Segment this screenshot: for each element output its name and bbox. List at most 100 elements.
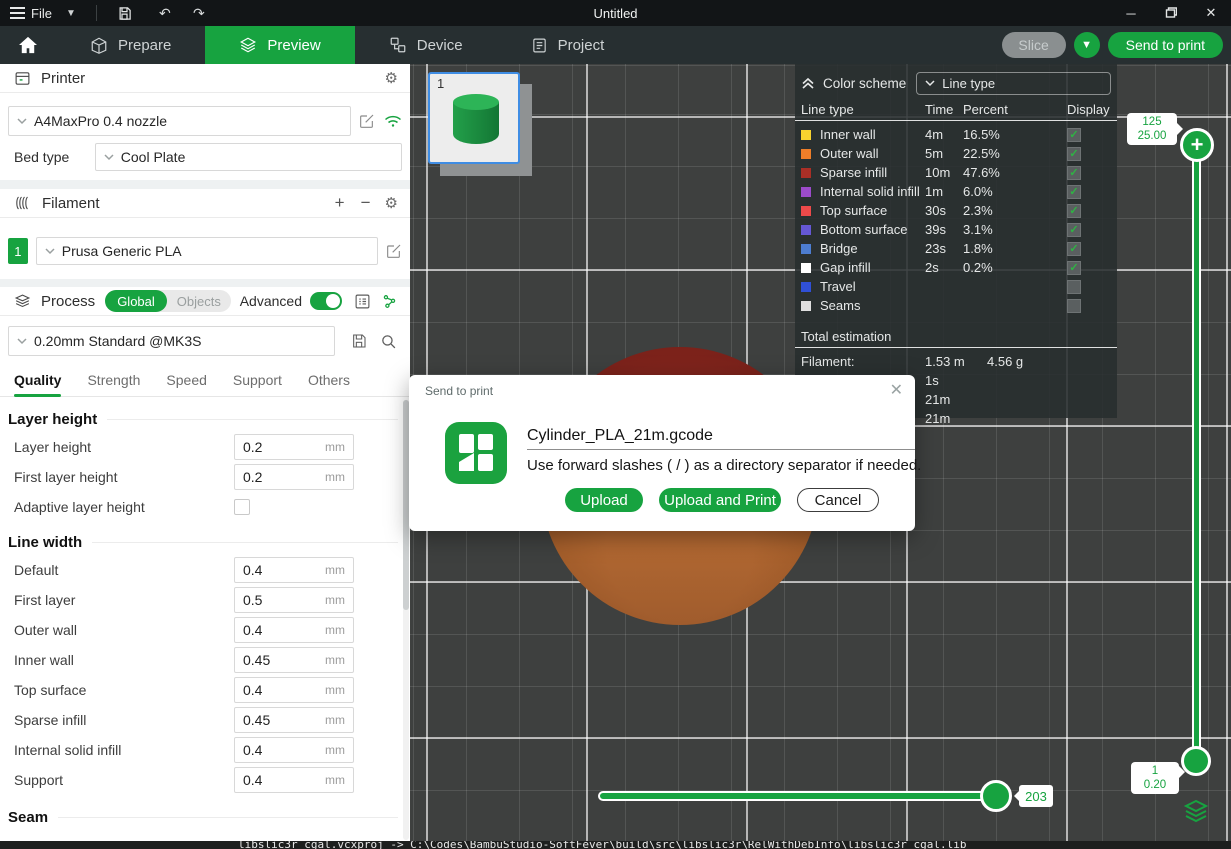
setting-row: First layer height mm bbox=[0, 464, 410, 490]
remove-filament-button[interactable]: − bbox=[353, 193, 379, 213]
tab-prepare-label: Prepare bbox=[118, 37, 171, 54]
add-filament-button[interactable]: + bbox=[327, 193, 353, 213]
title-bar: File ▼ ↶ ↷ Untitled ─ ✕ bbox=[0, 0, 1231, 26]
tab-quality[interactable]: Quality bbox=[14, 364, 61, 397]
process-preset-select[interactable]: 0.20mm Standard @MK3S bbox=[8, 326, 335, 356]
legend-row: Bottom surface 39s 3.1% ✓ bbox=[801, 220, 1111, 239]
save-preset-icon[interactable] bbox=[351, 333, 367, 349]
line-width-top-surface-input[interactable] bbox=[235, 682, 315, 698]
close-button[interactable]: ✕ bbox=[1191, 0, 1231, 26]
display-checkbox[interactable]: ✓ bbox=[1067, 128, 1081, 142]
scope-objects-button[interactable]: Objects bbox=[167, 294, 231, 309]
view-mode-dropdown[interactable]: Line type bbox=[916, 72, 1111, 95]
filename-input[interactable] bbox=[527, 422, 915, 450]
first-layer-height-input[interactable] bbox=[235, 469, 315, 485]
minimize-button[interactable]: ─ bbox=[1111, 0, 1151, 26]
display-checkbox[interactable]: ✓ bbox=[1067, 166, 1081, 180]
line-type-label: Outer wall bbox=[820, 146, 925, 161]
move-slider-track[interactable] bbox=[598, 791, 1000, 801]
printer-settings-gear-icon[interactable]: ⚙ bbox=[385, 69, 398, 87]
display-checkbox[interactable] bbox=[1067, 280, 1081, 294]
layer-slider-track[interactable] bbox=[1192, 145, 1201, 761]
tab-project[interactable]: Project bbox=[497, 26, 639, 64]
scope-global-button[interactable]: Global bbox=[105, 290, 167, 312]
line-width-inner-wall-input[interactable] bbox=[235, 652, 315, 668]
line-type-label: Top surface bbox=[820, 203, 925, 218]
layer-height-input[interactable] bbox=[235, 439, 315, 455]
estimation-value: 21m bbox=[925, 392, 987, 407]
advanced-toggle[interactable] bbox=[310, 292, 342, 310]
setting-label: Support bbox=[14, 772, 234, 788]
display-checkbox[interactable]: ✓ bbox=[1067, 185, 1081, 199]
col-percent: Percent bbox=[963, 102, 1067, 117]
group-title: Line width bbox=[8, 534, 82, 551]
percent-value: 6.0% bbox=[963, 184, 1067, 199]
time-value: 39s bbox=[925, 222, 963, 237]
tab-device[interactable]: Device bbox=[355, 26, 497, 64]
setting-row: First layer mm bbox=[0, 587, 410, 613]
upload-button[interactable]: Upload bbox=[565, 488, 643, 512]
color-scheme-panel: Color scheme Line type Line type Time Pe… bbox=[795, 64, 1117, 418]
line-width-outer-wall-input[interactable] bbox=[235, 622, 315, 638]
tab-speed[interactable]: Speed bbox=[166, 364, 206, 397]
color-swatch bbox=[801, 301, 811, 311]
cancel-button[interactable]: Cancel bbox=[797, 488, 879, 512]
percent-value: 3.1% bbox=[963, 222, 1067, 237]
setting-row: Default mm bbox=[0, 557, 410, 583]
tab-prepare[interactable]: Prepare bbox=[56, 26, 205, 64]
filament-settings-gear-icon[interactable]: ⚙ bbox=[385, 194, 398, 212]
legend-row: Top surface 30s 2.3% ✓ bbox=[801, 201, 1111, 220]
plate-thumbnail[interactable]: 1 bbox=[428, 72, 520, 164]
tab-preview[interactable]: Preview bbox=[205, 26, 354, 64]
filament-preset-select[interactable]: Prusa Generic PLA bbox=[36, 237, 378, 265]
prepare-icon bbox=[90, 36, 108, 54]
layer-slider-bottom-handle[interactable] bbox=[1181, 746, 1211, 776]
layer-slider-top-handle[interactable]: + bbox=[1180, 128, 1214, 162]
tune-parameters-icon[interactable] bbox=[381, 293, 398, 310]
display-checkbox[interactable]: ✓ bbox=[1067, 261, 1081, 275]
color-swatch bbox=[801, 225, 811, 235]
group-seam: Seam bbox=[8, 809, 398, 826]
display-checkbox[interactable]: ✓ bbox=[1067, 223, 1081, 237]
unit-label: mm bbox=[325, 470, 353, 484]
move-slider-handle[interactable] bbox=[980, 780, 1012, 812]
line-width-internal-solid-infill-input[interactable] bbox=[235, 742, 315, 758]
tab-support[interactable]: Support bbox=[233, 364, 282, 397]
time-value: 10m bbox=[925, 165, 963, 180]
send-dropdown-caret[interactable]: ▼ bbox=[1074, 32, 1100, 58]
color-swatch bbox=[801, 168, 811, 178]
maximize-button[interactable] bbox=[1151, 0, 1191, 26]
search-preset-icon[interactable] bbox=[380, 333, 397, 350]
display-checkbox[interactable]: ✓ bbox=[1067, 242, 1081, 256]
tab-others[interactable]: Others bbox=[308, 364, 350, 397]
group-title: Seam bbox=[8, 809, 48, 826]
total-estimation-title: Total estimation bbox=[801, 325, 1111, 347]
edit-printer-icon[interactable] bbox=[359, 113, 375, 129]
chevron-down-icon bbox=[925, 80, 935, 87]
dialog-close-icon[interactable]: ✕ bbox=[890, 380, 903, 400]
filament-preset-value: Prusa Generic PLA bbox=[62, 243, 182, 259]
bed-type-select[interactable]: Cool Plate bbox=[95, 143, 402, 171]
top-layer-number: 125 bbox=[1131, 115, 1173, 129]
layers-mode-icon[interactable] bbox=[1183, 799, 1209, 823]
setting-row: Outer wall mm bbox=[0, 617, 410, 643]
printer-preset-select[interactable]: A4MaxPro 0.4 nozzle bbox=[8, 106, 351, 136]
tab-strength[interactable]: Strength bbox=[87, 364, 140, 397]
adaptive-layer-height-checkbox[interactable] bbox=[234, 499, 250, 515]
slice-button[interactable]: Slice bbox=[1002, 32, 1066, 58]
collapse-panel-icon[interactable] bbox=[801, 77, 815, 90]
display-checkbox[interactable]: ✓ bbox=[1067, 204, 1081, 218]
display-checkbox[interactable] bbox=[1067, 299, 1081, 313]
parameter-list-icon[interactable] bbox=[354, 293, 371, 310]
line-width-support-input[interactable] bbox=[235, 772, 315, 788]
home-button[interactable] bbox=[0, 26, 56, 64]
send-to-print-button[interactable]: Send to print bbox=[1108, 32, 1223, 58]
edit-filament-icon[interactable] bbox=[386, 243, 402, 259]
upload-and-print-button[interactable]: Upload and Print bbox=[659, 488, 781, 512]
line-width-first-layer-input[interactable] bbox=[235, 592, 315, 608]
line-width-default-input[interactable] bbox=[235, 562, 315, 578]
line-width-sparse-infill-input[interactable] bbox=[235, 712, 315, 728]
wifi-connection-icon[interactable] bbox=[384, 114, 402, 128]
display-checkbox[interactable]: ✓ bbox=[1067, 147, 1081, 161]
filament-section-title: Filament bbox=[42, 195, 327, 212]
